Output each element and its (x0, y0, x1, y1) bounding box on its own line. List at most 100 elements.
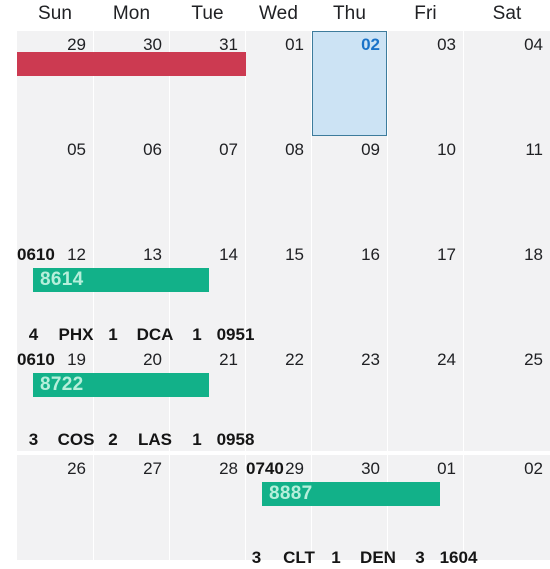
leg-station: DEN (360, 548, 396, 567)
day-number: 11 (525, 140, 543, 159)
day-cell[interactable]: 10 (388, 136, 463, 241)
day-cell-selected[interactable]: 02 (312, 31, 387, 136)
week-row: 26 27 28 29 30 01 02 8887 0740 3 CLT 1 DEN 3 1604 (0, 455, 550, 567)
day-of-week-label-mon: Mon (112, 3, 151, 24)
day-number: 18 (524, 245, 543, 264)
day-number: 12 (67, 245, 86, 264)
day-cell[interactable]: 25 (464, 346, 550, 451)
day-number: 02 (361, 35, 380, 54)
day-number: 03 (437, 35, 456, 54)
month-calendar: Sun Mon Tue Wed Thu Fri Sat 29 30 31 01 02 03 04 05 06… (0, 0, 550, 567)
day-number: 01 (437, 459, 456, 478)
day-cell[interactable]: 27 (94, 455, 169, 560)
day-number: 09 (361, 140, 380, 159)
day-cell[interactable]: 01 (246, 31, 311, 136)
day-cell[interactable]: 30 (312, 455, 387, 560)
day-cell[interactable]: 16 (312, 241, 387, 346)
flight-leg-strip: 3 CLT 1 DEN 3 1604 (240, 547, 486, 569)
day-of-week-label-tue: Tue (191, 3, 224, 24)
departure-time: 0610 (17, 350, 55, 369)
event-bar-unavailable[interactable] (17, 52, 246, 76)
day-cell[interactable]: 07 (170, 136, 245, 241)
day-cell[interactable]: 09 (312, 136, 387, 241)
day-number: 08 (285, 140, 304, 159)
day-cell[interactable]: 06 (94, 136, 169, 241)
day-number: 19 (67, 350, 86, 369)
leg-station: COS (57, 430, 95, 449)
day-number: 14 (219, 245, 238, 264)
day-number: 06 (143, 140, 162, 159)
day-cell[interactable]: 11 (464, 136, 550, 241)
leg-station: DCA (136, 325, 174, 344)
week-row: 12 13 14 15 16 17 18 8614 0610 4 PHX 1 DCA 1 0951 (0, 241, 550, 346)
leg-value: 1 (192, 325, 202, 344)
leg-value: 0958 (216, 430, 255, 449)
day-cell[interactable]: 08 (246, 136, 311, 241)
day-number: 28 (219, 459, 238, 478)
day-number: 07 (219, 140, 238, 159)
departure-time: 0740 (246, 459, 284, 478)
day-number: 21 (219, 350, 238, 369)
day-number: 30 (361, 459, 380, 478)
day-cell[interactable]: 29 (17, 31, 93, 136)
event-bar-flight[interactable]: 8722 (33, 373, 209, 397)
day-cell[interactable]: 05 (17, 136, 93, 241)
day-number: 23 (361, 350, 380, 369)
event-bar-flight[interactable]: 8887 (262, 482, 440, 506)
day-of-week-label-sat: Sat (492, 3, 522, 24)
day-number: 17 (437, 245, 456, 264)
day-cell[interactable]: 17 (388, 241, 463, 346)
departure-time: 0610 (17, 245, 55, 264)
day-cell[interactable]: 24 (388, 346, 463, 451)
day-of-week-label-wed: Wed (258, 3, 299, 24)
week-row: 05 06 07 08 09 10 11 (0, 136, 550, 241)
leg-value: 4 (28, 325, 39, 344)
leg-value: 1 (192, 430, 202, 449)
day-number: 15 (285, 245, 304, 264)
event-bar-flight[interactable]: 8614 (33, 268, 209, 292)
day-cell[interactable]: 28 (170, 455, 245, 560)
day-number: 24 (437, 350, 456, 369)
day-cell[interactable]: 02 (464, 455, 550, 560)
day-of-week-header: Sun Mon Tue Wed Thu Fri Sat (0, 0, 550, 28)
day-number: 01 (285, 35, 304, 54)
day-number: 04 (524, 35, 543, 54)
day-number: 02 (524, 459, 543, 478)
day-number: 27 (143, 459, 162, 478)
leg-value: 1 (331, 548, 341, 567)
day-cell[interactable]: 04 (464, 31, 550, 136)
leg-value: 3 (251, 548, 262, 567)
day-cell[interactable]: 23 (312, 346, 387, 451)
leg-value: 2 (108, 430, 118, 449)
leg-station: LAS (138, 430, 172, 449)
day-cell[interactable]: 30 (94, 31, 169, 136)
day-cell[interactable]: 01 (388, 455, 463, 560)
day-of-week-label-sun: Sun (37, 3, 73, 24)
day-number: 26 (67, 459, 86, 478)
day-number: 20 (143, 350, 162, 369)
event-bar-label: 8887 (269, 483, 313, 504)
day-number: 22 (285, 350, 304, 369)
event-bar-label: 8722 (40, 374, 84, 395)
day-of-week-label-thu: Thu (332, 3, 367, 24)
day-number: 05 (67, 140, 86, 159)
leg-value: 0951 (216, 325, 255, 344)
day-cell[interactable]: 31 (170, 31, 245, 136)
day-cell[interactable]: 26 (17, 455, 93, 560)
day-cell[interactable]: 18 (464, 241, 550, 346)
leg-station: PHX (58, 325, 94, 344)
day-number: 13 (143, 245, 162, 264)
event-bar-label: 8614 (40, 269, 84, 290)
leg-value: 3 (28, 430, 39, 449)
day-number: 29 (285, 459, 304, 478)
day-cell[interactable]: 03 (388, 31, 463, 136)
day-number: 10 (437, 140, 456, 159)
leg-value: 1604 (439, 548, 478, 567)
flight-leg-strip: 3 COS 2 LAS 1 0958 (17, 429, 263, 451)
leg-station: CLT (283, 548, 315, 567)
day-number: 25 (524, 350, 543, 369)
leg-value: 1 (108, 325, 118, 344)
leg-value: 3 (415, 548, 425, 567)
day-of-week-label-fri: Fri (414, 3, 437, 24)
week-row: 29 30 31 01 02 03 04 (0, 31, 550, 136)
